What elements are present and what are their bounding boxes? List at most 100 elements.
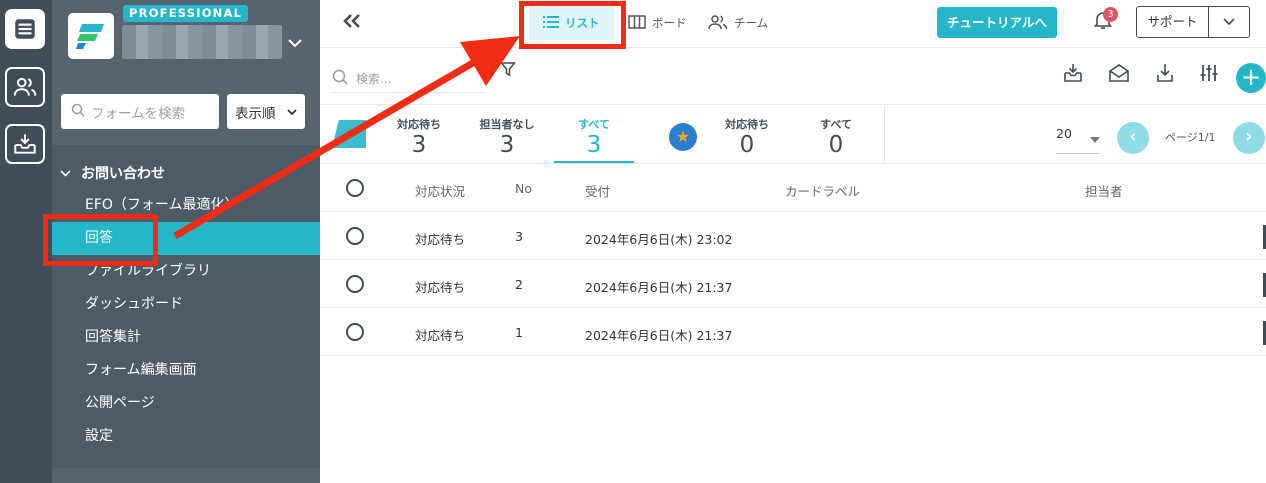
row-select-radio[interactable] [346, 275, 364, 293]
sidebar-item-response-summary[interactable]: 回答集計 [52, 321, 320, 354]
response-search-input[interactable]: 検索... [332, 65, 484, 93]
team-avatar-icon: ★ [669, 123, 697, 151]
form-group-toggle[interactable]: お問い合わせ [60, 163, 165, 183]
add-response-button[interactable]: + [1236, 63, 1266, 93]
row-select-radio[interactable] [346, 323, 364, 341]
row-received: 2024年6月6日(木) 21:37 [585, 328, 733, 343]
stat-label: すべて [820, 118, 852, 131]
mail-open-icon[interactable] [1108, 62, 1130, 88]
table-row[interactable]: 対応待ち 3 2024年6月6日(木) 23:02 [320, 213, 1266, 260]
forms-rail-button[interactable] [5, 9, 45, 49]
table-row[interactable]: 対応待ち 2 2024年6月6日(木) 21:37 [320, 261, 1266, 308]
highlight-list-tab-box [519, 1, 626, 49]
table-header: 対応状況 No 受付 カードラベル 担当者 [320, 165, 1266, 212]
tab-board-label: ボード [652, 16, 687, 30]
sidebar-item-settings[interactable]: 設定 [52, 420, 320, 453]
tab-team-label: チーム [734, 16, 769, 30]
status-filter-bar: 対応待ち 3 担当者なし 3 すべて 3 ★ 対応待ち 0 すべて 0 20 ‹… [320, 106, 1266, 164]
chevron-down-icon[interactable] [1209, 7, 1249, 37]
inbox-rail-button[interactable] [5, 124, 45, 164]
users-rail-button[interactable] [5, 67, 45, 107]
stat-mine-unassigned[interactable]: 担当者なし 3 [467, 116, 547, 158]
column-card-label[interactable]: カードラベル [785, 181, 860, 200]
support-label[interactable]: サポート [1137, 7, 1209, 37]
chevron-down-icon[interactable] [288, 33, 302, 52]
column-status[interactable]: 対応状況 [415, 181, 465, 200]
search-placeholder: 検索... [356, 72, 392, 86]
next-page-button[interactable]: › [1233, 122, 1265, 154]
sort-order-label: 表示順 [235, 105, 276, 122]
app-logo[interactable] [68, 13, 114, 59]
sort-order-dropdown[interactable]: 表示順 [227, 94, 305, 129]
download-icon[interactable] [1154, 62, 1176, 88]
inbox-icon [14, 134, 36, 154]
chevron-down-icon [60, 165, 71, 181]
sidebar-item-form-editor[interactable]: フォーム編集画面 [52, 354, 320, 387]
form-group-label: お問い合わせ [81, 166, 165, 182]
select-all-radio[interactable] [346, 179, 364, 197]
formrun-logo-icon [76, 24, 104, 49]
notification-count-badge: 3 [1103, 7, 1118, 22]
stat-value: 3 [499, 132, 515, 158]
stat-mine-waiting[interactable]: 対応待ち 3 [379, 116, 459, 158]
row-no: 1 [515, 325, 523, 340]
row-received: 2024年6月6日(木) 23:02 [585, 232, 733, 247]
divider [884, 106, 885, 164]
page-info: ページ1/1 [1165, 131, 1216, 144]
stat-team-waiting[interactable]: 対応待ち 0 [707, 116, 787, 158]
per-page-select[interactable]: 20 [1056, 126, 1100, 154]
search-toolbar: 検索... + [320, 49, 1266, 105]
row-no: 3 [515, 229, 523, 244]
my-responses-icon [332, 120, 366, 148]
row-status: 対応待ち [415, 280, 466, 295]
stat-value: 0 [828, 132, 844, 158]
row-received: 2024年6月6日(木) 21:37 [585, 280, 733, 295]
top-bar: リスト ボード チーム チュートリアルへ 3 サポート [320, 0, 1266, 48]
filter-icon[interactable] [499, 61, 517, 81]
tab-board-view[interactable]: ボード [628, 8, 687, 38]
stat-value: 3 [586, 132, 602, 158]
sliders-icon[interactable] [1198, 62, 1220, 88]
stat-label: 対応待ち [725, 118, 769, 131]
table-row[interactable]: 対応待ち 1 2024年6月6日(木) 21:37 [320, 309, 1266, 356]
stat-team-all[interactable]: すべて 0 [796, 116, 876, 158]
sidebar-next-group [52, 468, 320, 483]
row-status: 対応待ち [415, 232, 466, 247]
board-icon [628, 14, 646, 32]
organization-name-blurred[interactable] [122, 25, 282, 59]
tutorial-button[interactable]: チュートリアルへ [937, 7, 1057, 38]
main-content: リスト ボード チーム チュートリアルへ 3 サポート 検索... + 対応待ち… [320, 0, 1266, 483]
stat-value: 0 [739, 132, 755, 158]
form-search-input[interactable]: フォームを検索 [61, 94, 219, 129]
stat-label: 担当者なし [479, 118, 535, 131]
collapse-sidebar-icon[interactable] [342, 10, 362, 35]
column-received[interactable]: 受付 [585, 181, 610, 200]
stat-mine-all[interactable]: すべて 3 [554, 116, 634, 158]
caret-down-icon [1090, 131, 1100, 146]
search-icon [71, 103, 85, 121]
stat-label: すべて [578, 118, 610, 131]
sidebar-item-dashboard[interactable]: ダッシュボード [52, 288, 320, 321]
row-status: 対応待ち [415, 328, 466, 343]
chevron-down-icon [287, 104, 297, 120]
column-assignee[interactable]: 担当者 [1085, 181, 1123, 200]
users-icon [13, 77, 37, 96]
sidebar-item-public-page[interactable]: 公開ページ [52, 387, 320, 420]
plan-badge: PROFESSIONAL [123, 5, 249, 22]
form-search-placeholder: フォームを検索 [91, 105, 186, 122]
document-list-icon [15, 19, 35, 39]
support-dropdown[interactable]: サポート [1136, 6, 1250, 38]
stat-value: 3 [411, 132, 427, 158]
row-no: 2 [515, 277, 523, 292]
column-no[interactable]: No [515, 181, 532, 196]
row-select-radio[interactable] [346, 227, 364, 245]
search-icon [332, 69, 348, 88]
active-stat-underline [554, 161, 634, 163]
prev-page-button[interactable]: ‹ [1117, 122, 1149, 154]
team-icon [708, 14, 728, 33]
per-page-value: 20 [1056, 126, 1072, 141]
highlight-responses-box [43, 214, 158, 266]
tab-team-view[interactable]: チーム [708, 8, 768, 38]
download-tray-icon[interactable] [1062, 62, 1084, 88]
stat-label: 対応待ち [397, 118, 441, 131]
